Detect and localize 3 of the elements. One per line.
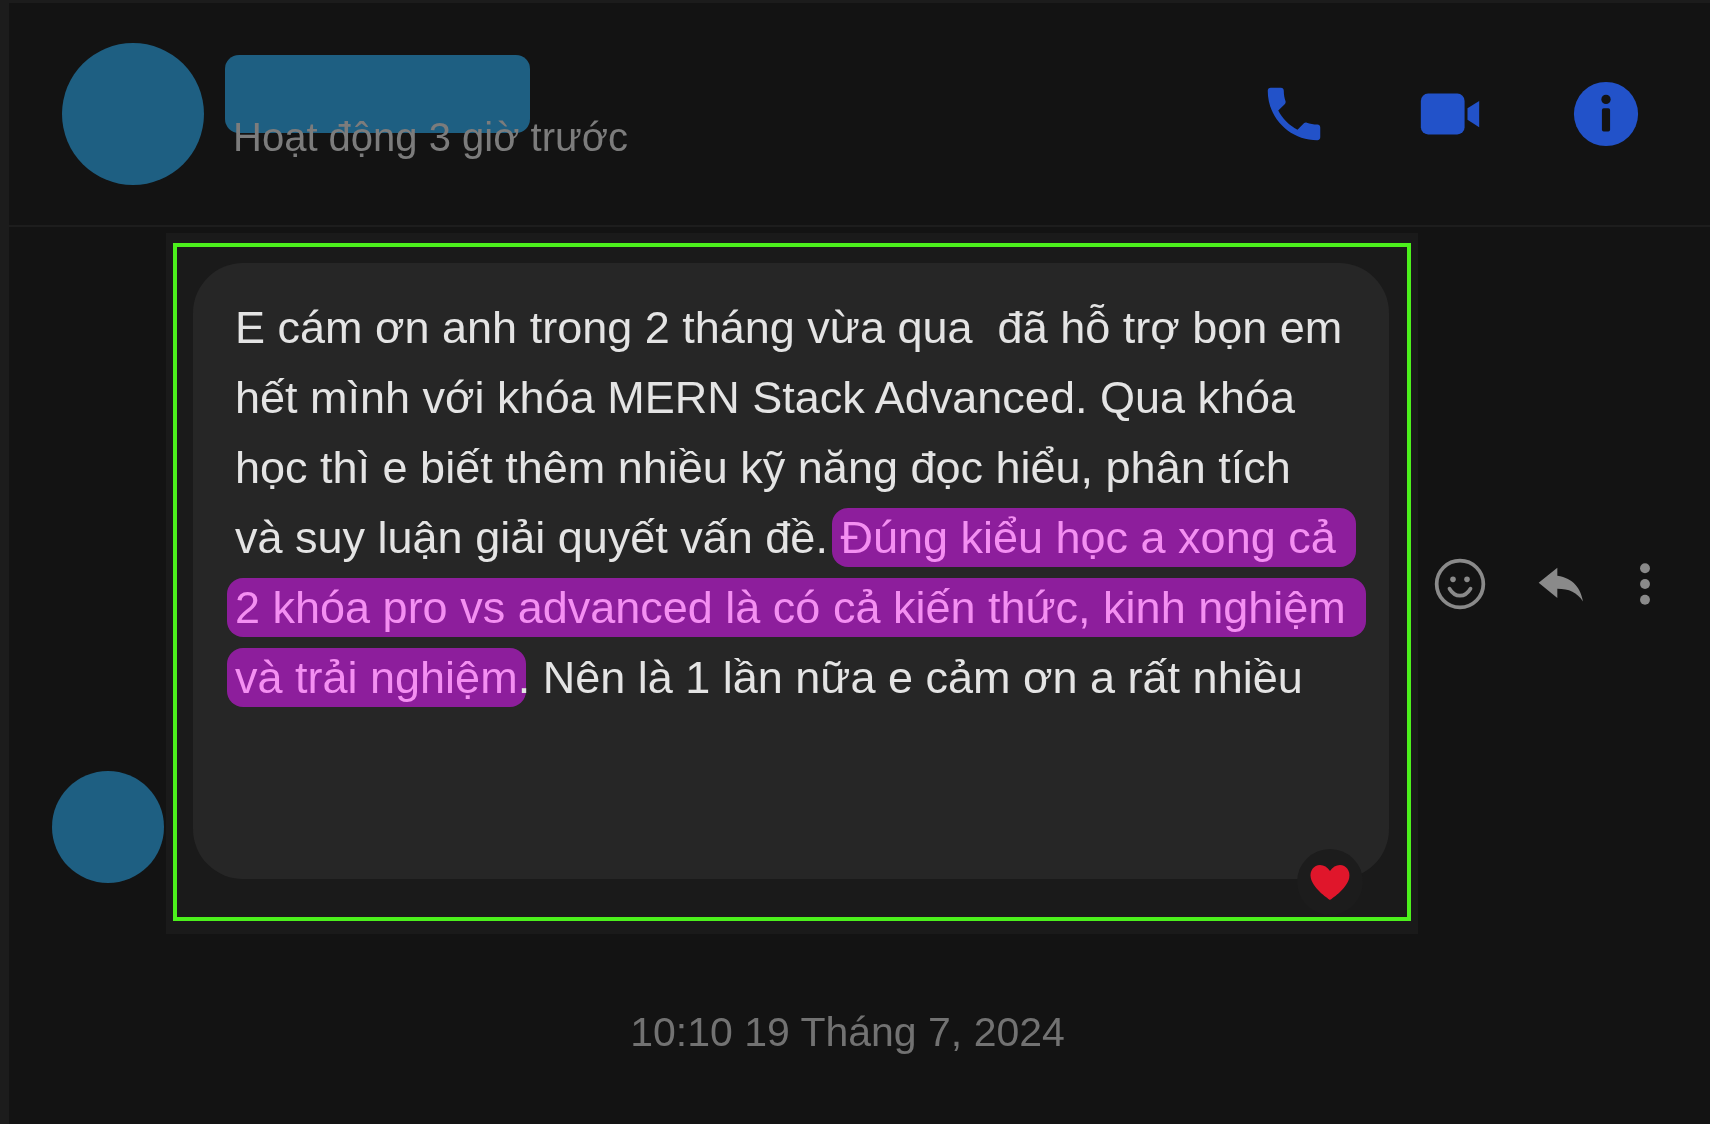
timestamp: 10:10 19 Tháng 7, 2024 xyxy=(630,1009,1065,1056)
message-bubble: E cám ơn anh trong 2 tháng vừa qua đã hỗ trợ bọn em hết mình với khóa MERN Stack Advanced. Qua khóa học thì e biết thêm nhiều kỹ năng đọc hiểu, phân tích và suy luận giải quyết vấn đề. Đúng kiểu học a xong cả 2 khóa pro vs advanced là có cả kiến thức, kinh nghiệm và trải nghiệm. Nên là 1 lần nữa e cảm ơn a rất nhiều xyxy=(193,263,1389,879)
info-icon[interactable] xyxy=(1571,79,1641,149)
